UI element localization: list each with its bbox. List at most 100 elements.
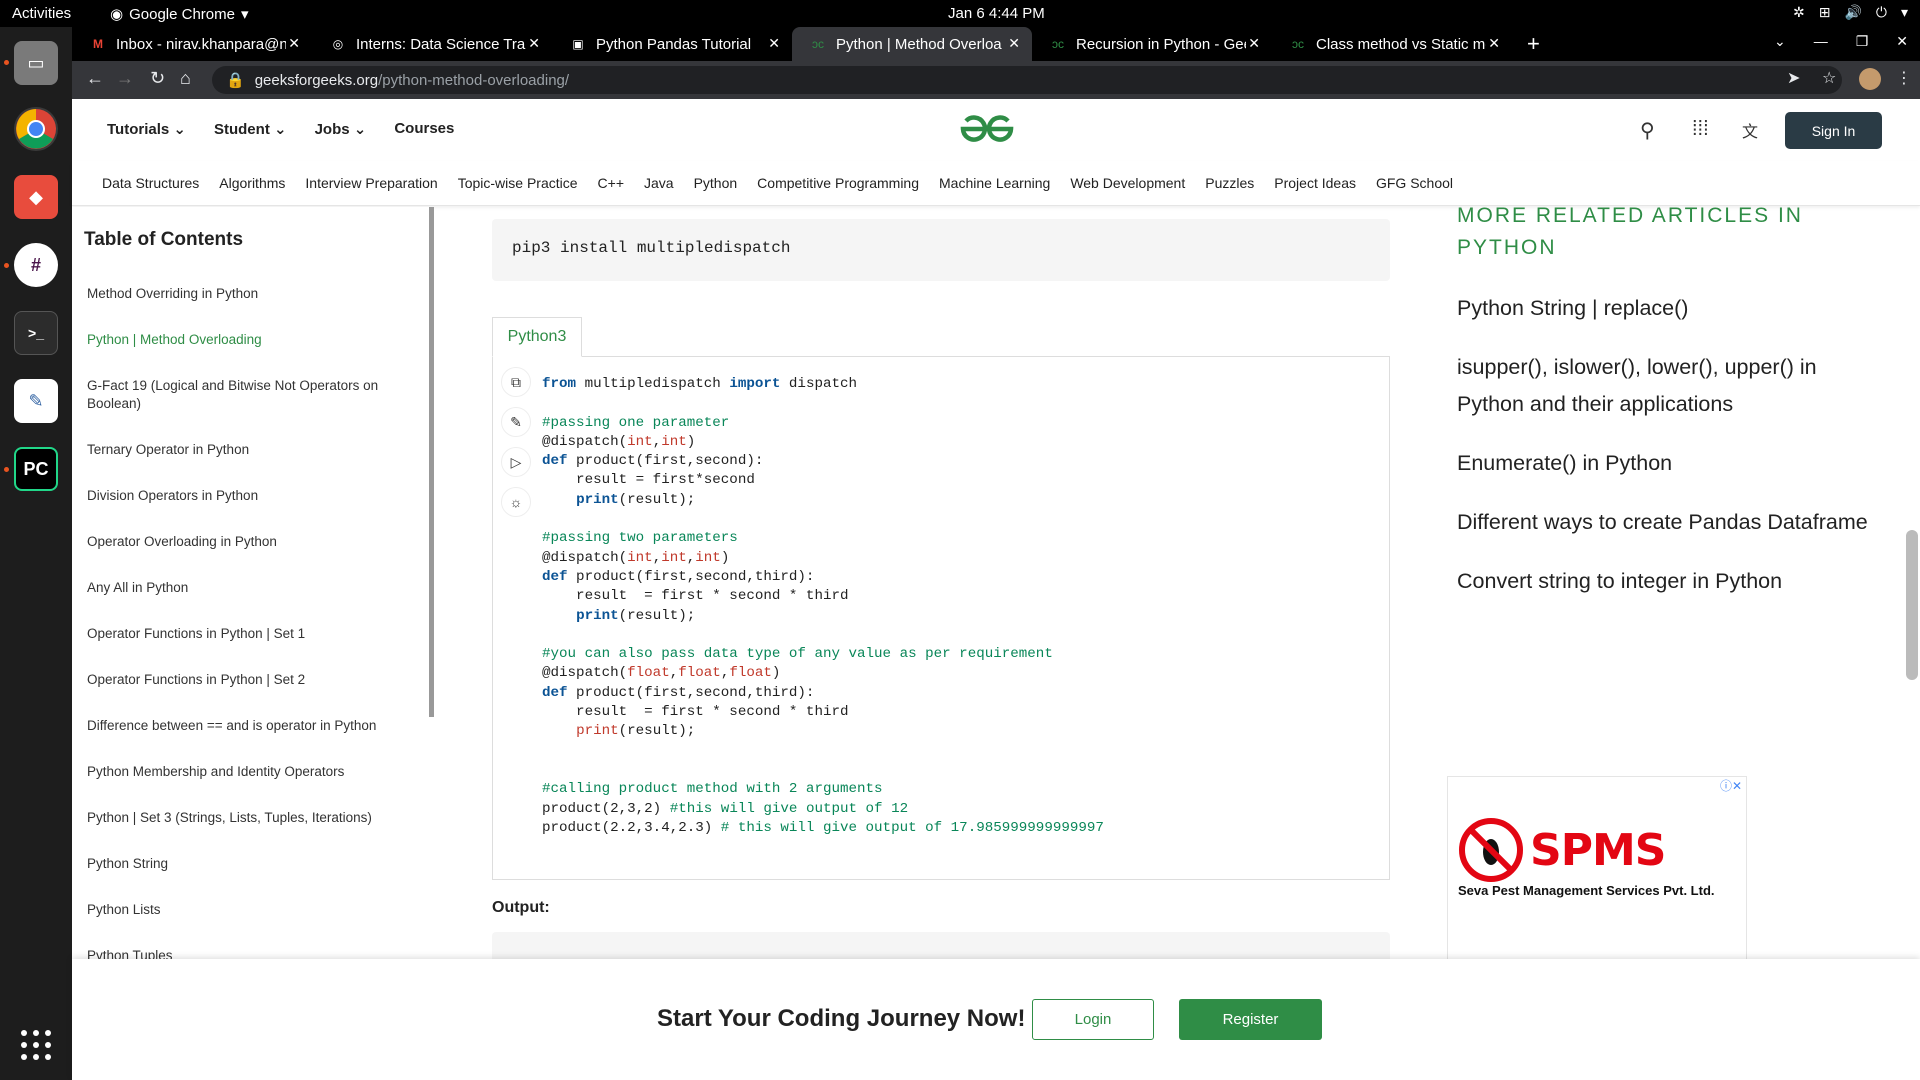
running-indicator (4, 60, 9, 65)
toc-item[interactable]: Ternary Operator in Python (87, 441, 407, 459)
nav-topic-wise-practice[interactable]: Topic-wise Practice (458, 175, 578, 191)
toc-item[interactable]: Python Membership and Identity Operators (87, 763, 407, 781)
maximize-icon[interactable]: ❐ (1856, 33, 1869, 50)
nav-gfg-school[interactable]: GFG School (1376, 175, 1453, 191)
nav-puzzles[interactable]: Puzzles (1205, 175, 1254, 191)
related-link[interactable]: Different ways to create Pandas Datafram… (1457, 504, 1877, 541)
back-icon[interactable]: ← (86, 68, 104, 89)
home-icon[interactable]: ⌂ (180, 68, 191, 89)
toc-item[interactable]: Division Operators in Python (87, 487, 407, 505)
volume-icon[interactable]: 🔊 (1844, 4, 1861, 21)
nav-cpp[interactable]: C++ (598, 175, 624, 191)
system-tray[interactable]: ✲ ⊞ 🔊 ⏻ ▾ (1793, 4, 1908, 21)
kebab-menu-icon[interactable]: ⋮ (1896, 68, 1912, 88)
tab-recursion[interactable]: ↄc Recursion in Python - Gee ✕ (1032, 27, 1272, 61)
toc-item[interactable]: Python String (87, 855, 407, 873)
network-icon[interactable]: ⊞ (1819, 4, 1831, 21)
text-editor-icon[interactable]: ✎ (14, 379, 58, 423)
advertisement[interactable]: ⓘ✕ SPMS Seva Pest Management Services Pv… (1447, 776, 1747, 966)
slack-icon[interactable]: # (14, 243, 58, 287)
close-window-icon[interactable]: ✕ (1896, 33, 1908, 50)
tab-interns[interactable]: ◎ Interns: Data Science Trai ✕ (312, 27, 552, 61)
activities-button[interactable]: Activities (12, 5, 71, 22)
nav-data-structures[interactable]: Data Structures (102, 175, 199, 191)
search-icon[interactable]: ⚲ (1640, 118, 1655, 143)
nav-competitive-programming[interactable]: Competitive Programming (757, 175, 919, 191)
close-icon[interactable]: ✕ (1248, 35, 1260, 52)
close-icon[interactable]: ✕ (768, 35, 780, 52)
menu-tutorials[interactable]: Tutorials ⌄ (107, 120, 186, 138)
forward-icon[interactable]: → (116, 68, 134, 89)
reload-icon[interactable]: ↻ (150, 68, 165, 89)
close-icon[interactable]: ✕ (1488, 35, 1500, 52)
toc-item[interactable]: Method Overriding in Python (87, 285, 407, 303)
nav-web-development[interactable]: Web Development (1070, 175, 1185, 191)
translate-icon[interactable]: 文 (1742, 118, 1758, 142)
nav-algorithms[interactable]: Algorithms (219, 175, 285, 191)
nav-machine-learning[interactable]: Machine Learning (939, 175, 1050, 191)
toc-item[interactable]: Operator Functions in Python | Set 2 (87, 671, 407, 689)
toc-item[interactable]: Python Lists (87, 901, 407, 919)
menu-jobs[interactable]: Jobs ⌄ (315, 120, 367, 138)
sign-in-button[interactable]: Sign In (1785, 112, 1882, 149)
toc-item[interactable]: Python | Set 3 (Strings, Lists, Tuples, … (87, 809, 407, 827)
related-link[interactable]: Convert string to integer in Python (1457, 563, 1877, 600)
related-link[interactable]: Enumerate() in Python (1457, 445, 1877, 482)
close-icon[interactable]: ✕ (1008, 35, 1020, 52)
edit-icon[interactable]: ✎ (501, 407, 531, 437)
login-button[interactable]: Login (1032, 999, 1154, 1040)
ad-choices-icon[interactable]: ⓘ✕ (1720, 777, 1742, 794)
anydesk-icon[interactable]: ◆ (14, 175, 58, 219)
theme-icon[interactable]: ☼ (501, 487, 531, 517)
terminal-icon[interactable]: >_ (14, 311, 58, 355)
new-tab-button[interactable]: + (1527, 31, 1540, 57)
address-bar[interactable]: 🔒 geeksforgeeks.org/python-method-overlo… (212, 66, 1842, 94)
page-scrollbar[interactable] (1906, 530, 1918, 680)
toc-scrollbar[interactable] (429, 207, 434, 717)
close-icon[interactable]: ✕ (528, 35, 540, 52)
close-icon[interactable]: ✕ (288, 35, 300, 52)
files-icon[interactable]: ▭ (14, 41, 58, 85)
register-button[interactable]: Register (1179, 999, 1322, 1040)
toc-item[interactable]: Difference between == and is operator in… (87, 717, 407, 735)
tab-search-icon[interactable]: ⌄ (1774, 33, 1786, 50)
nav-project-ideas[interactable]: Project Ideas (1274, 175, 1356, 191)
toc-item[interactable]: Operator Overloading in Python (87, 533, 407, 551)
toc-item[interactable]: Python Tuples (87, 947, 407, 959)
send-icon[interactable]: ➤ (1787, 68, 1800, 88)
nav-java[interactable]: Java (644, 175, 674, 191)
related-link[interactable]: isupper(), islower(), lower(), upper() i… (1457, 349, 1877, 423)
bookmark-star-icon[interactable]: ☆ (1822, 68, 1836, 88)
nav-interview-preparation[interactable]: Interview Preparation (305, 175, 437, 191)
clock[interactable]: Jan 6 4:44 PM (948, 5, 1045, 22)
tab-class-method[interactable]: ↄc Class method vs Static me ✕ (1272, 27, 1512, 61)
minimize-icon[interactable]: — (1814, 33, 1828, 50)
tab-gmail[interactable]: M Inbox - nirav.khanpara@n ✕ (72, 27, 312, 61)
tab-pandas[interactable]: ▣ Python Pandas Tutorial ✕ (552, 27, 792, 61)
tab-method-overloading[interactable]: ↄc Python | Method Overloa ✕ (792, 27, 1032, 61)
menu-courses[interactable]: Courses (394, 120, 454, 138)
power-icon[interactable]: ⏻ (1876, 4, 1887, 21)
menu-student[interactable]: Student ⌄ (214, 120, 287, 138)
gfg-logo[interactable] (958, 113, 1016, 150)
caret-down-icon: ▾ (240, 6, 249, 23)
toc-item[interactable]: Any All in Python (87, 579, 407, 597)
pycharm-icon[interactable]: PC (14, 447, 58, 491)
app-menu[interactable]: ◉ Google Chrome ▾ (110, 5, 249, 24)
related-link[interactable]: Python String | replace() (1457, 290, 1877, 327)
show-apps-icon[interactable] (21, 1030, 51, 1060)
signup-banner: Start Your Coding Journey Now! Login Reg… (72, 959, 1920, 1080)
related-articles: MORE RELATED ARTICLES IN PYTHON Python S… (1457, 200, 1877, 622)
run-icon[interactable]: ▷ (501, 447, 531, 477)
apps-grid-icon[interactable]: ⁞⁞⁞ (1692, 118, 1709, 141)
profile-avatar[interactable] (1859, 68, 1881, 90)
toc-item[interactable]: G-Fact 19 (Logical and Bitwise Not Opera… (87, 377, 407, 413)
toc-item-active[interactable]: Python | Method Overloading (87, 331, 407, 349)
chrome-dock-icon[interactable] (14, 107, 58, 151)
copy-icon[interactable]: ⧉ (501, 367, 531, 397)
nav-python[interactable]: Python (694, 175, 738, 191)
language-tab-python3[interactable]: Python3 (492, 317, 582, 357)
chevron-down-icon[interactable]: ▾ (1901, 4, 1908, 21)
toc-item[interactable]: Operator Functions in Python | Set 1 (87, 625, 407, 643)
settings-icon[interactable]: ✲ (1793, 4, 1805, 21)
